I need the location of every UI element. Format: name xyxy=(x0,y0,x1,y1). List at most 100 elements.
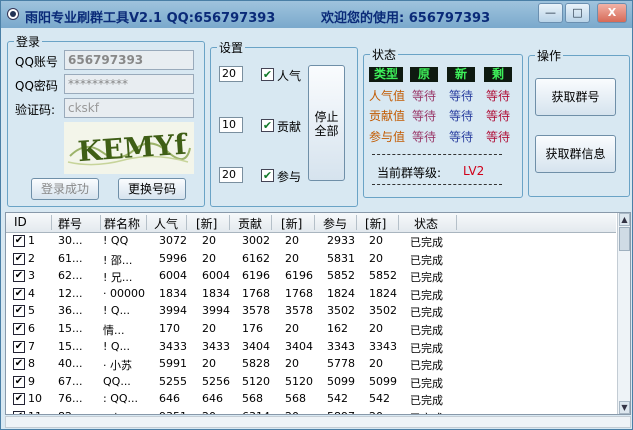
column-separator xyxy=(314,215,315,230)
column-header-participation-new[interactable]: [新] xyxy=(365,215,386,232)
status-label-participation: 参与值 xyxy=(369,130,406,144)
table-row[interactable]: ✔ 3 62... ! 兄... 6004 6004 6196 6196 5852 5852 已完成 xyxy=(6,268,616,285)
settings-legend: 设置 xyxy=(219,41,244,55)
cell-group-name: · 小苏 xyxy=(103,359,132,373)
table-header: ID 群号 群名称 人气 [新] 贡献 [新] 参与 [新] 状态 xyxy=(6,213,616,233)
cell-contribution: 176 xyxy=(242,322,263,335)
cell-status: 已完成 xyxy=(410,271,443,285)
table-row[interactable]: ✔ 7 15... ! Q... 3433 3433 3404 3404 3343 3343 已完成 xyxy=(6,339,616,356)
actions-group: 操作 xyxy=(528,47,630,197)
column-header-participation[interactable]: 参与 xyxy=(323,215,347,232)
cell-popularity: 3433 xyxy=(159,339,187,353)
cell-participation-new: 20 xyxy=(369,251,383,265)
table-row[interactable]: ✔ 10 76...: QQ... 646 646 568 568 542 542 已完成 xyxy=(6,391,616,408)
row-checkbox[interactable]: ✔ xyxy=(13,411,25,414)
popularity-checkbox[interactable]: ✔ xyxy=(261,68,274,81)
cell-contribution-new: 1768 xyxy=(285,286,313,300)
status-new-participation: 等待 xyxy=(449,130,474,144)
cell-participation: 5897 xyxy=(327,410,355,414)
get-group-info-button[interactable]: 获取群信息 xyxy=(535,135,616,173)
vertical-scrollbar[interactable]: ▲ ▼ xyxy=(617,213,630,414)
participation-count-input[interactable]: 20 xyxy=(219,167,243,183)
column-header-contribution-new[interactable]: [新] xyxy=(281,215,302,232)
change-account-button[interactable]: 更换号码 xyxy=(118,178,186,200)
row-checkbox[interactable]: ✔ xyxy=(13,270,25,283)
column-header-popularity[interactable]: 人气 xyxy=(154,215,178,232)
main-window: 雨阳专业刷群工具V2.1 QQ:656797393 欢迎您的使用: 656797… xyxy=(0,0,633,430)
qq-password-label: QQ密码 xyxy=(15,79,58,93)
row-checkbox[interactable]: ✔ xyxy=(13,358,25,371)
cell-participation: 5852 xyxy=(327,269,355,283)
table-row[interactable]: ✔ 6 15... 情... 170 20 176 20 162 20 已完成 xyxy=(6,321,616,338)
column-header-popularity-new[interactable]: [新] xyxy=(196,215,217,232)
scroll-down-arrow-icon[interactable]: ▼ xyxy=(619,401,630,414)
cell-group-number: 40... xyxy=(58,357,83,371)
cell-contribution: 3578 xyxy=(242,304,270,318)
column-header-contribution[interactable]: 贡献 xyxy=(238,215,262,232)
scroll-up-arrow-icon[interactable]: ▲ xyxy=(619,213,630,226)
cell-popularity-new: 20 xyxy=(202,357,216,371)
column-header-group-number[interactable]: 群号 xyxy=(58,215,82,232)
cell-group-name: QQ... xyxy=(103,374,131,388)
qq-password-input[interactable]: ********** xyxy=(64,74,194,94)
maximize-button[interactable]: □ xyxy=(565,3,590,23)
cell-group-number: 36... xyxy=(58,304,83,318)
status-divider-bottom xyxy=(372,184,502,185)
cell-status: 已完成 xyxy=(410,306,443,320)
get-group-number-button[interactable]: 获取群号 xyxy=(535,78,616,116)
scroll-thumb[interactable] xyxy=(619,227,630,251)
table-row[interactable]: ✔ 2 61... ! 邵... 5996 20 6162 20 5831 20 已完成 xyxy=(6,251,616,268)
column-header-status[interactable]: 状态 xyxy=(414,215,438,232)
row-checkbox[interactable]: ✔ xyxy=(13,340,25,353)
table-row[interactable]: ✔11 82...: 小 9351 20 6314 20 5897 20 已完成 xyxy=(6,409,616,414)
row-checkbox[interactable]: ✔ xyxy=(13,287,25,300)
cell-participation-new: 1824 xyxy=(369,286,397,300)
table-row[interactable]: ✔ 8 40... · 小苏 5991 20 5828 20 5778 20 已完成 xyxy=(6,356,616,373)
cell-participation: 5831 xyxy=(327,251,355,265)
contribution-checkbox[interactable]: ✔ xyxy=(261,119,274,132)
cell-status: 已完成 xyxy=(410,253,443,267)
row-checkbox[interactable]: ✔ xyxy=(13,323,25,335)
login-button[interactable]: 登录成功 xyxy=(31,178,99,200)
row-checkbox[interactable]: ✔ xyxy=(13,305,25,318)
column-header-group-name[interactable]: 群名称 xyxy=(104,215,140,232)
table-row[interactable]: ✔ 4 12... · 00000 1834 1834 1768 1768 1824 1824 已完… xyxy=(6,286,616,303)
column-separator xyxy=(100,215,101,230)
actions-legend: 操作 xyxy=(537,49,562,63)
contribution-count-input[interactable]: 10 xyxy=(219,117,243,133)
cell-popularity-new: 20 xyxy=(202,251,216,265)
popularity-count-input[interactable]: 20 xyxy=(219,66,243,82)
row-checkbox[interactable]: ✔ xyxy=(13,235,25,247)
cell-participation: 5778 xyxy=(327,357,355,371)
column-separator xyxy=(229,215,230,230)
column-separator xyxy=(456,215,457,230)
table-row[interactable]: ✔ 9 67... QQ... 5255 5256 5120 5120 5099 5099 已完成 xyxy=(6,374,616,391)
cell-id: 6 xyxy=(28,322,35,335)
column-separator xyxy=(146,215,147,230)
captcha-image[interactable]: KEMYf xyxy=(64,122,194,174)
column-header-id[interactable]: ID xyxy=(14,215,27,229)
row-checkbox[interactable]: ✔ xyxy=(13,375,25,388)
close-button[interactable]: X xyxy=(597,3,627,23)
minimize-button[interactable]: — xyxy=(538,3,563,23)
cell-id: 7 xyxy=(28,339,35,353)
cell-popularity: 3072 xyxy=(159,234,187,247)
cell-group-name: ! 兄... xyxy=(103,271,133,285)
table-row[interactable]: ✔ 1 30... ! QQ 3072 20 3002 20 2933 20 已完成 xyxy=(6,233,616,250)
cell-group-number: 82... xyxy=(58,410,100,414)
row-checkbox[interactable]: ✔ xyxy=(13,393,25,406)
group-table[interactable]: ID 群号 群名称 人气 [新] 贡献 [新] 参与 [新] 状态 ✔ 1 30..… xyxy=(5,212,631,415)
stop-all-button[interactable]: 停止 全部 xyxy=(308,65,345,181)
participation-checkbox[interactable]: ✔ xyxy=(261,169,274,182)
column-separator xyxy=(356,215,357,230)
captcha-input[interactable]: ckskf xyxy=(64,98,194,118)
status-header-type: 类型 xyxy=(369,67,403,82)
table-row[interactable]: ✔ 5 36... ! Q... 3994 3994 3578 3578 3502 3502 已完成 xyxy=(6,303,616,320)
title-bar[interactable]: 雨阳专业刷群工具V2.1 QQ:656797393 欢迎您的使用: 656797… xyxy=(1,1,632,28)
row-checkbox[interactable]: ✔ xyxy=(13,252,25,265)
status-header-new: 新 xyxy=(447,67,475,82)
status-remain-popularity: 等待 xyxy=(486,89,511,103)
cell-contribution-new: 20 xyxy=(285,234,299,247)
qq-account-input[interactable]: 656797393 xyxy=(64,50,194,70)
cell-contribution: 3404 xyxy=(242,339,270,353)
